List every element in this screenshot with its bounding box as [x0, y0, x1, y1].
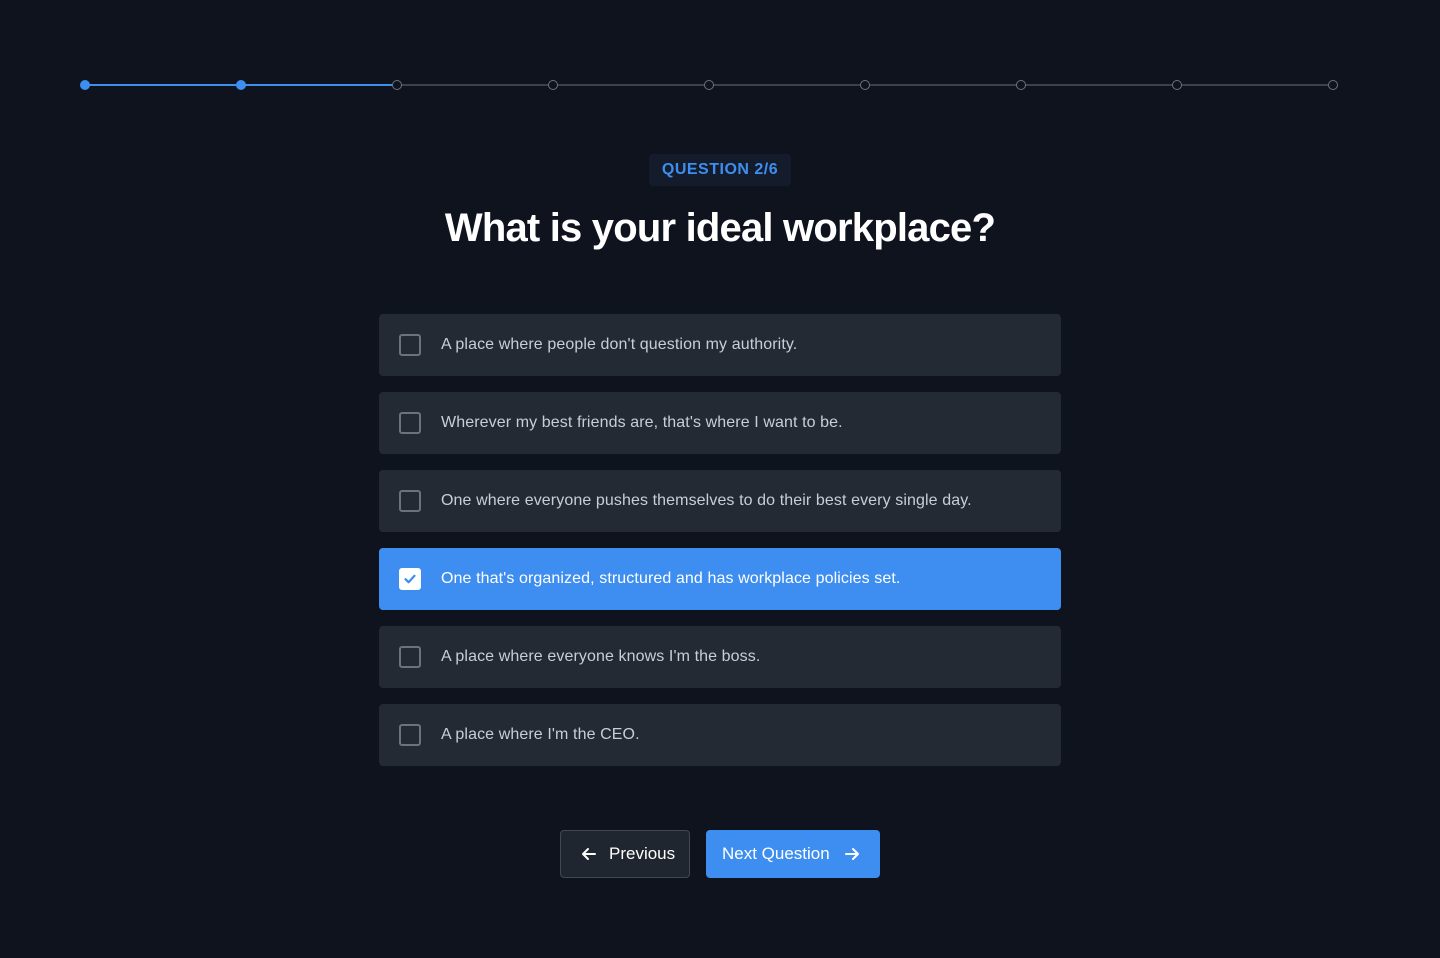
checkmark-icon: [404, 574, 416, 584]
checkbox[interactable]: [399, 724, 421, 746]
previous-button-label: Previous: [609, 844, 676, 863]
answer-option[interactable]: One where everyone pushes themselves to …: [379, 470, 1061, 532]
question-title: What is your ideal workplace?: [444, 206, 996, 250]
checkbox[interactable]: [399, 334, 421, 356]
previous-button[interactable]: Previous: [560, 830, 690, 878]
next-question-button-label: Next Question: [722, 844, 830, 863]
question-counter-badge: QUESTION 2/6: [649, 154, 791, 186]
answer-option-label: A place where I'm the CEO.: [441, 726, 640, 743]
answer-option-label: One where everyone pushes themselves to …: [441, 492, 972, 509]
answer-option[interactable]: A place where everyone knows I'm the bos…: [379, 626, 1061, 688]
quiz-page: QUESTION 2/6 What is your ideal workplac…: [0, 0, 1440, 958]
answer-option[interactable]: A place where I'm the CEO.: [379, 704, 1061, 766]
progress-step: [704, 80, 714, 90]
progress-step-completed: [80, 80, 90, 90]
answer-options: A place where people don't question my a…: [379, 314, 1061, 782]
arrow-left-icon: [582, 848, 596, 860]
answer-option[interactable]: One that's organized, structured and has…: [379, 548, 1061, 610]
progress-step: [1328, 80, 1338, 90]
progress-step: [548, 80, 558, 90]
answer-option-label: A place where people don't question my a…: [441, 336, 798, 353]
progress-step-completed: [236, 80, 246, 90]
checkbox[interactable]: [399, 568, 421, 590]
progress-step: [1172, 80, 1182, 90]
answer-option[interactable]: A place where people don't question my a…: [379, 314, 1061, 376]
checkbox[interactable]: [399, 490, 421, 512]
progress-step: [860, 80, 870, 90]
checkbox[interactable]: [399, 646, 421, 668]
progress-step: [1016, 80, 1026, 90]
answer-option-label: A place where everyone knows I'm the bos…: [441, 648, 761, 665]
answer-option[interactable]: Wherever my best friends are, that's whe…: [379, 392, 1061, 454]
next-question-button[interactable]: Next Question: [706, 830, 880, 878]
arrow-right-icon: [844, 848, 859, 860]
progress-step: [392, 80, 402, 90]
answer-option-label: One that's organized, structured and has…: [441, 570, 901, 587]
checkbox[interactable]: [399, 412, 421, 434]
answer-option-label: Wherever my best friends are, that's whe…: [441, 414, 843, 431]
